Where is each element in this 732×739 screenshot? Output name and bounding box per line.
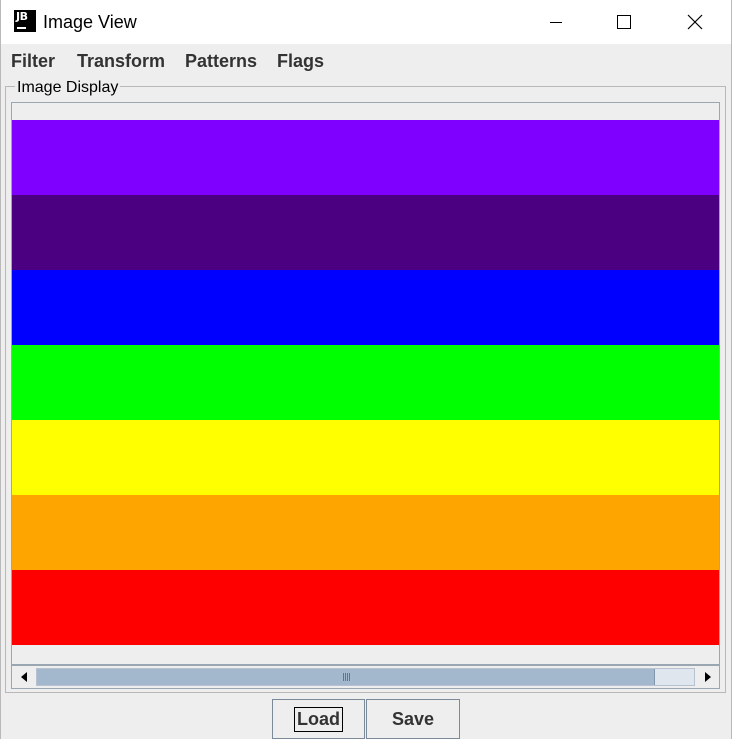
title-bar: JB Image View [1,0,731,44]
scroll-grip [345,673,346,681]
menu-flags[interactable]: Flags [277,51,324,72]
app-icon-text: JB [16,10,28,23]
scroll-left-button[interactable] [12,666,36,688]
maximize-icon [617,15,631,29]
image-stripe [12,345,719,420]
scroll-track[interactable] [36,668,695,686]
panel-title: Image Display [15,79,121,97]
image-stripe [12,570,719,645]
image-stripe [12,270,719,345]
save-button-label: Save [391,708,435,729]
arrow-left-icon [21,672,27,682]
image-stripe [12,495,719,570]
menu-bar: Filter Transform Patterns Flags [1,44,731,78]
close-icon [687,14,703,30]
close-button[interactable] [672,0,718,44]
menu-transform[interactable]: Transform [77,51,165,72]
scroll-right-button[interactable] [696,666,720,688]
arrow-right-icon [705,672,711,682]
scroll-grip [343,673,344,681]
menu-filter[interactable]: Filter [11,51,55,72]
scroll-grip [347,673,348,681]
horizontal-scrollbar[interactable] [11,665,720,689]
image-stripe [12,420,719,495]
window-title: Image View [43,12,137,32]
image-stripe [12,195,719,270]
maximize-button[interactable] [601,0,647,44]
image-view-window: JB Image View Filter Transform Patterns … [0,0,732,739]
load-button[interactable]: Load [272,699,365,739]
image-stripe [12,120,719,195]
minimize-button[interactable] [533,0,579,44]
scroll-thumb[interactable] [37,669,655,685]
menu-patterns[interactable]: Patterns [185,51,257,72]
app-icon: JB [14,10,36,32]
image-viewport[interactable] [11,102,720,665]
scroll-grip [349,673,350,681]
minimize-icon [550,22,562,23]
save-button[interactable]: Save [366,699,460,739]
load-button-label: Load [294,706,343,732]
